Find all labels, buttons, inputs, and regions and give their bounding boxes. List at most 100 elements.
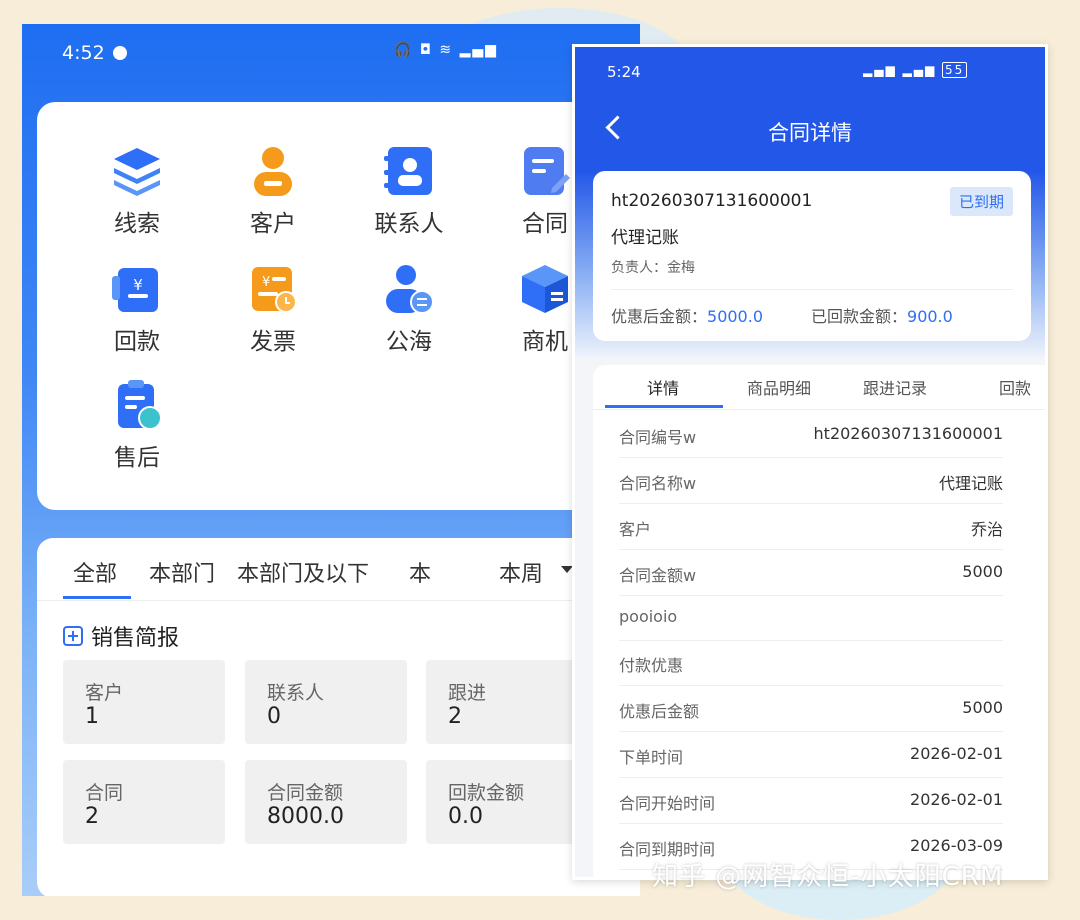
svg-text:¥: ¥ [133,276,143,294]
stat-followups[interactable]: 跟进 2 [426,660,588,744]
tab-followup-records[interactable]: 跟进记录 [863,375,927,399]
detail-key: 合同金额w [619,566,697,585]
stat-payment-amount[interactable]: 回款金额 0.0 [426,760,588,844]
add-icon [63,626,83,646]
active-tab-indicator [605,405,723,408]
signal-icon: ▂▄▆ ▂▄▆ [863,63,937,77]
tab-department[interactable]: 本部门 [149,556,215,588]
menu-label: 客户 [250,211,296,237]
after-sales-icon [110,378,164,432]
detail-row: 合同编号w ht20260307131600001 [619,412,1003,458]
invoice-icon: ¥ [246,262,300,316]
detail-key: 合同编号w [619,428,697,447]
contract-code: ht20260307131600001 [611,191,813,211]
tab-all[interactable]: 全部 [73,556,117,588]
signal-icon: ▂▄▆ [459,42,498,58]
tab-department-and-below[interactable]: 本部门及以下 [237,556,369,588]
status-icons: 🎧 ◘ ≋ ▂▄▆ [394,42,498,58]
detail-value: 2026-02-01 [910,790,1003,809]
divider [611,289,1013,290]
watermark: 知乎 @网智众恒-小太阳CRM [652,862,1004,892]
menu-item-public-pool[interactable]: 公海 [349,262,469,356]
status-bar: 4:52 [62,42,127,64]
function-menu: 线索 客户 联系人 合同 ¥ 回款 ¥ 发票 公海 商机 售后 [37,102,640,510]
contract-owner: 负责人：金梅 [611,260,695,276]
stat-value: 8000.0 [267,804,344,829]
menu-item-payment[interactable]: ¥ 回款 [77,262,197,356]
user-exchange-icon [382,262,436,316]
divider [593,409,1045,410]
detail-key: 合同开始时间 [619,794,716,813]
stat-contract-amount[interactable]: 合同金额 8000.0 [245,760,407,844]
period-select[interactable]: 本周 [499,556,543,588]
stat-value: 2 [448,704,462,729]
detail-value: 5000 [962,698,1003,717]
stat-contracts[interactable]: 合同 2 [63,760,225,844]
stat-customers[interactable]: 客户 1 [63,660,225,744]
stat-contacts[interactable]: 联系人 0 [245,660,407,744]
scope-tabs: 全部 本部门 本部门及以下 本 本周 [37,538,640,601]
nfc-icon: ◘ [419,42,433,58]
menu-label: 公海 [386,329,432,355]
right-phone-screen: 5:24 ▂▄▆ ▂▄▆ 55 合同详情 ht20260307131600001… [572,44,1048,880]
detail-key: 客户 [619,520,652,539]
report-title-text: 销售简报 [91,626,180,651]
detail-key: 优惠后金额 [619,702,700,721]
stat-value: 1 [85,704,99,729]
status-badge: 已到期 [949,187,1013,216]
tab-truncated[interactable]: 本 [409,556,431,588]
menu-label: 线索 [114,211,160,237]
notification-icon [112,46,127,60]
status-time: 5:24 [607,63,641,81]
detail-row: 下单时间 2026-02-01 [619,732,1003,778]
person-icon [246,144,300,198]
stat-value: 0 [267,704,281,729]
detail-row: 合同金额w 5000 [619,550,1003,596]
tab-payments[interactable]: 回款 [999,375,1031,399]
tab-product-details[interactable]: 商品明细 [747,375,811,399]
detail-row: 优惠后金额 5000 [619,686,1003,732]
detail-row: 客户 乔治 [619,504,1003,550]
contact-book-icon [382,144,436,198]
status-icons: ▂▄▆ ▂▄▆ 55 [863,62,968,78]
menu-item-invoice[interactable]: ¥ 发票 [213,262,333,356]
svg-text:¥: ¥ [262,275,270,290]
detail-row: 合同开始时间 2026-02-01 [619,778,1003,824]
stat-label: 回款金额 [448,782,525,804]
payment-receipt-icon: ¥ [110,262,164,316]
detail-value: 5000 [962,562,1003,581]
tab-details[interactable]: 详情 [647,375,679,399]
detail-value: 乔治 [970,520,1003,539]
menu-item-customer[interactable]: 客户 [213,144,333,238]
wifi-icon: ≋ [439,42,454,58]
paid-amount: 已回款金额：900.0 [811,303,953,327]
menu-item-after-sales[interactable]: 售后 [77,378,197,472]
menu-item-contacts[interactable]: 联系人 [349,144,469,238]
menu-item-leads[interactable]: 线索 [77,144,197,238]
status-time: 4:52 [62,42,105,64]
detail-key: 合同名称w [619,474,697,493]
layers-icon [110,144,164,198]
detail-key: 下单时间 [619,748,684,767]
menu-label: 发票 [250,329,296,355]
headphone-icon: 🎧 [394,42,414,58]
contract-detail-card: 详情 商品明细 跟进记录 回款 合同编号w ht2026030713160000… [593,365,1045,877]
stat-label: 跟进 [448,682,487,704]
contract-name: 代理记账 [611,228,679,248]
amount-value: 5000.0 [707,307,763,326]
active-tab-indicator [63,596,131,599]
detail-value: 2026-02-01 [910,744,1003,763]
detail-row: 合同名称w 代理记账 [619,458,1003,504]
discount-amount: 优惠后金额：5000.0 [611,303,763,327]
report-title: 销售简报 [63,620,179,652]
menu-label: 售后 [114,445,160,471]
stat-label: 合同金额 [267,782,344,804]
amount-value: 900.0 [907,307,953,326]
left-phone-screen: 4:52 🎧 ◘ ≋ ▂▄▆ 线索 客户 联系人 合同 ¥ 回款 ¥ 发票 公海… [22,24,640,896]
amount-label: 已回款金额： [811,307,908,326]
amount-label: 优惠后金额： [611,307,708,326]
battery-icon: 55 [942,62,968,78]
stat-label: 客户 [85,682,124,704]
menu-label: 回款 [114,329,160,355]
detail-row: 付款优惠 [619,640,1003,686]
